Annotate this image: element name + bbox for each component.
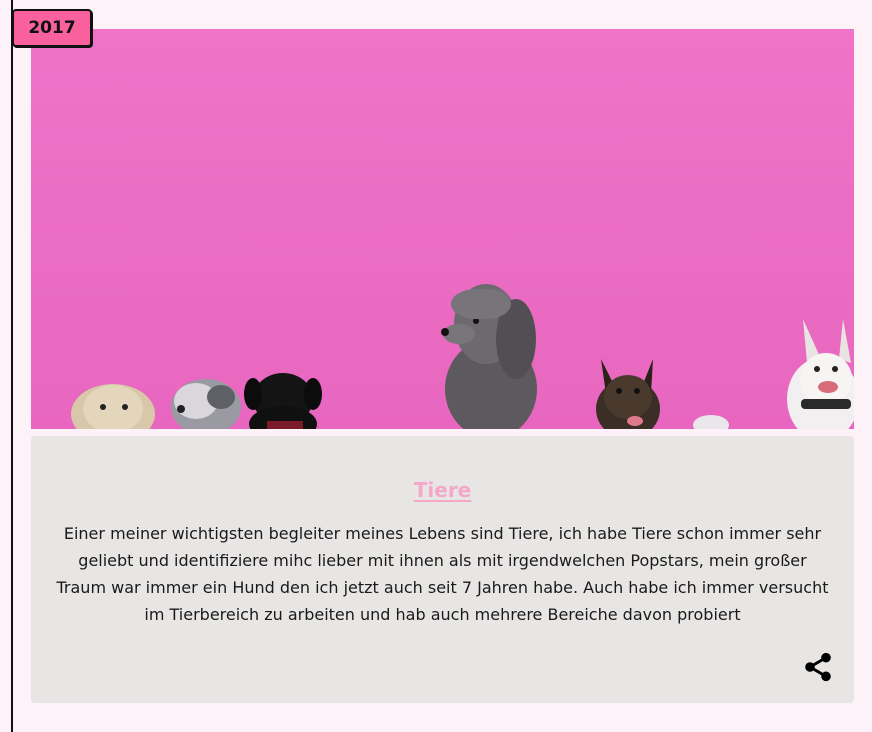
entry-text: Einer meiner wichtigsten begleiter meine… [56, 524, 829, 624]
year-badge: 2017 [12, 9, 92, 47]
timeline-line [11, 0, 13, 732]
dog-black [244, 373, 322, 429]
share-icon[interactable] [802, 651, 834, 683]
entry-card: Tiere Einer meiner wichtigsten begleiter… [31, 436, 854, 703]
pink-wall [31, 29, 854, 429]
entry-title[interactable]: Tiere [414, 478, 472, 502]
entry-photo [31, 29, 854, 429]
